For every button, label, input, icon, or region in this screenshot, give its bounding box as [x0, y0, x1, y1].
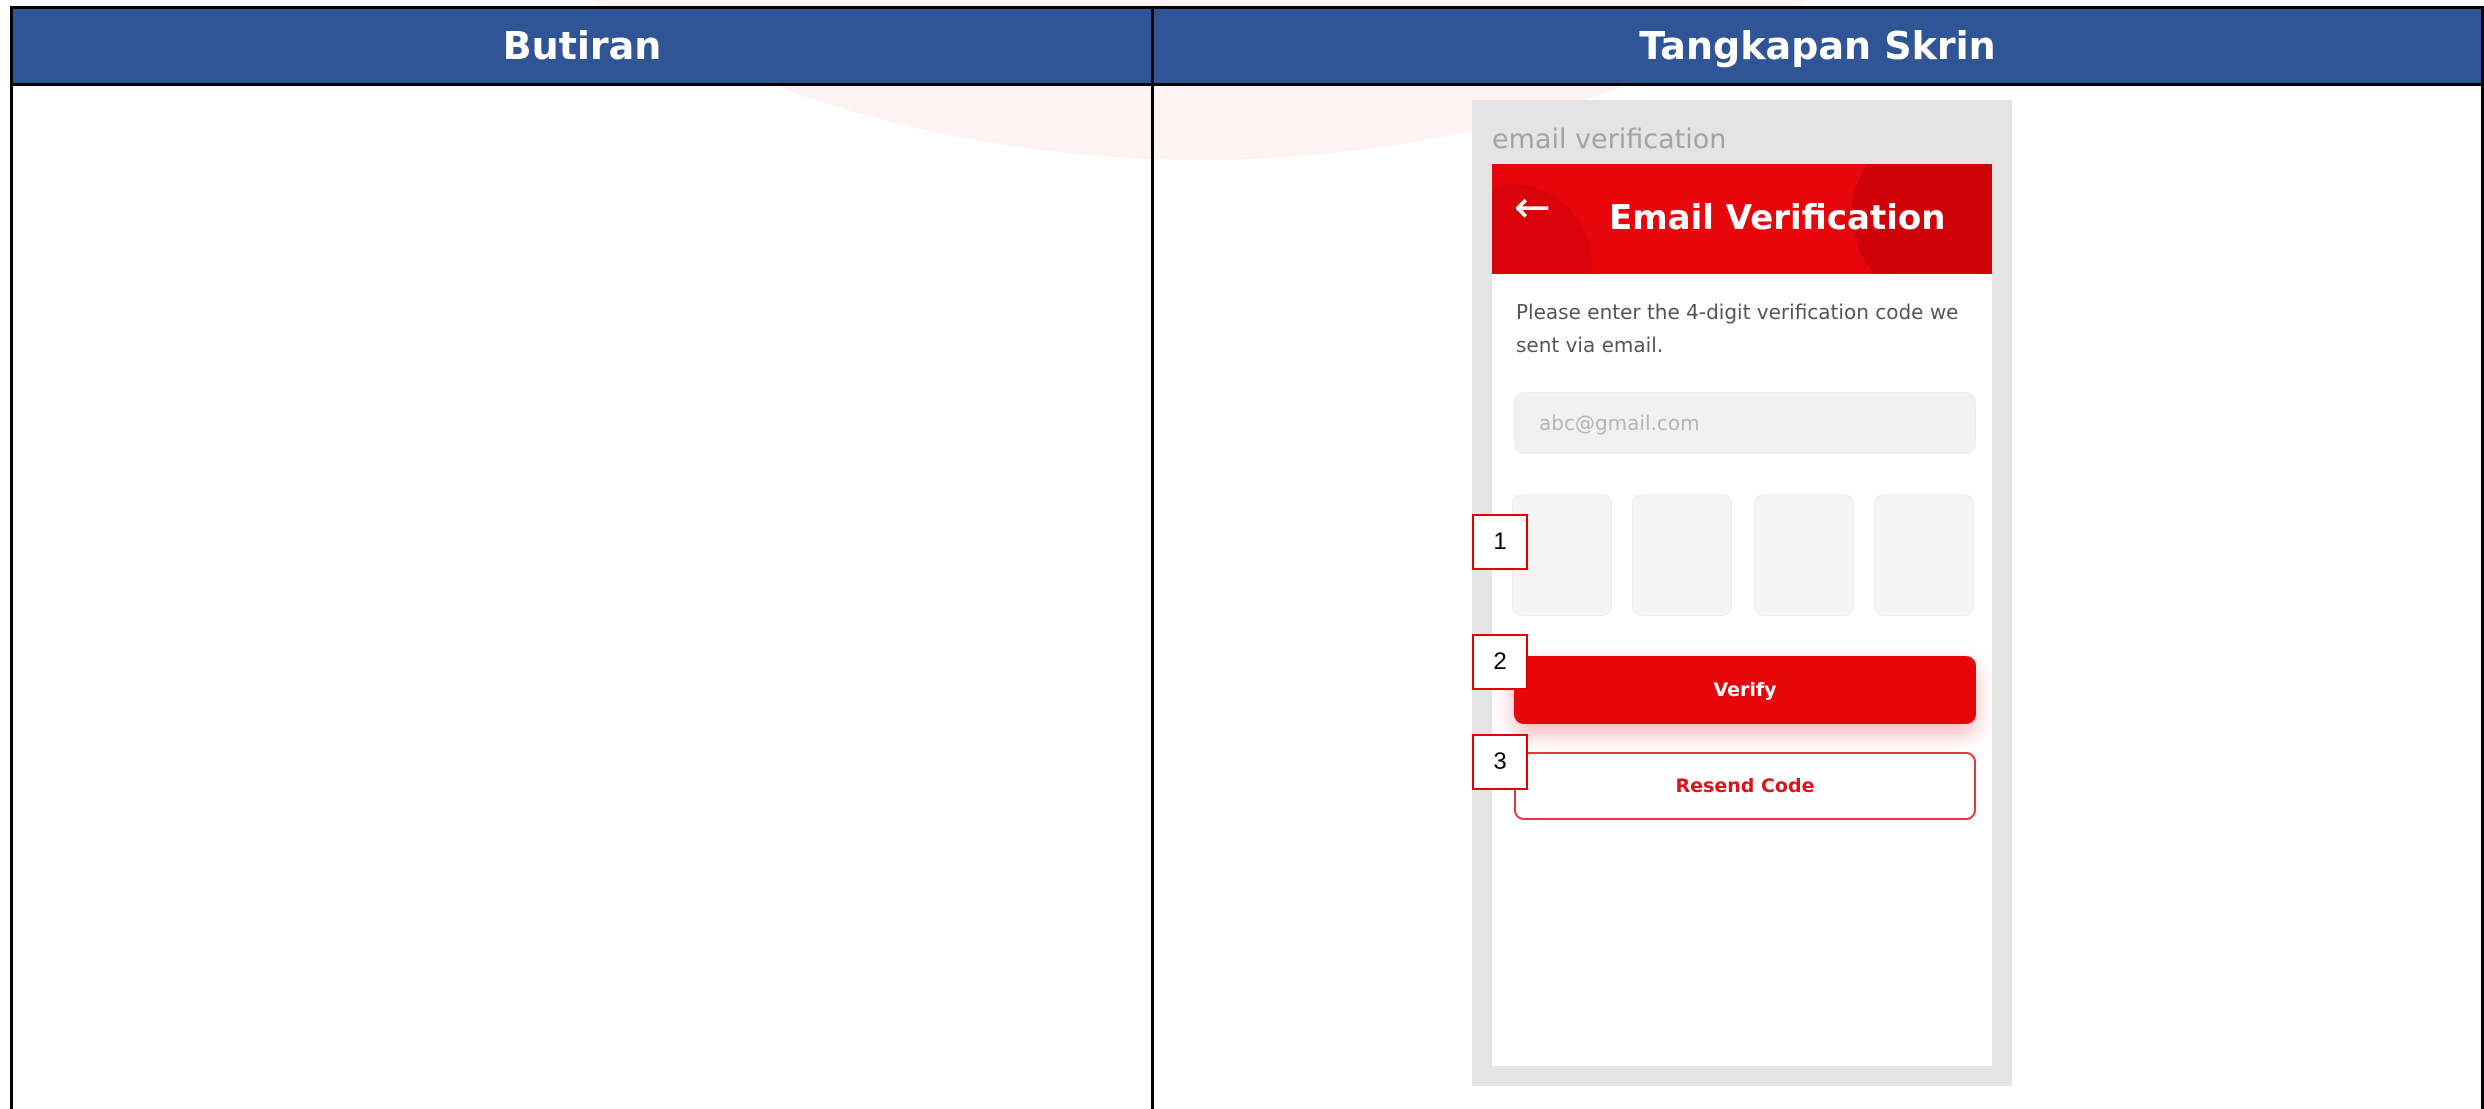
- verify-button[interactable]: Verify: [1514, 656, 1976, 724]
- arrow-left-icon[interactable]: ←: [1514, 186, 1551, 230]
- page-title: Email Verification: [1609, 198, 1946, 238]
- app-screen: ← Email Verification Please enter the 4-…: [1492, 164, 1992, 1066]
- otp-digit-input[interactable]: [1754, 494, 1854, 616]
- screenshot-cell: email verification ← Email Verification …: [1151, 83, 2484, 1109]
- column-header-screenshot: Tangkapan Skrin: [1151, 6, 2484, 86]
- column-header-details: Butiran: [10, 6, 1154, 86]
- callout-1: 1: [1472, 514, 1528, 570]
- screen-label: email verification: [1492, 124, 1727, 155]
- app-header: ← Email Verification: [1492, 164, 1992, 274]
- otp-digit-input[interactable]: [1874, 494, 1974, 616]
- instruction-text: Please enter the 4-digit verification co…: [1516, 300, 1959, 357]
- callout-2: 2: [1472, 634, 1528, 690]
- resend-code-button[interactable]: Resend Code: [1514, 752, 1976, 820]
- email-field[interactable]: abc@gmail.com: [1514, 392, 1976, 454]
- otp-digit-input[interactable]: [1632, 494, 1732, 616]
- content-row: email verification ← Email Verification …: [10, 83, 2484, 1109]
- details-cell: [10, 83, 1154, 1109]
- phone-mockup: email verification ← Email Verification …: [1472, 100, 2012, 1086]
- header-row: Butiran Tangkapan Skrin: [10, 6, 2484, 86]
- callout-3: 3: [1472, 734, 1528, 790]
- document-table: Butiran Tangkapan Skrin email verificati…: [10, 6, 2484, 1109]
